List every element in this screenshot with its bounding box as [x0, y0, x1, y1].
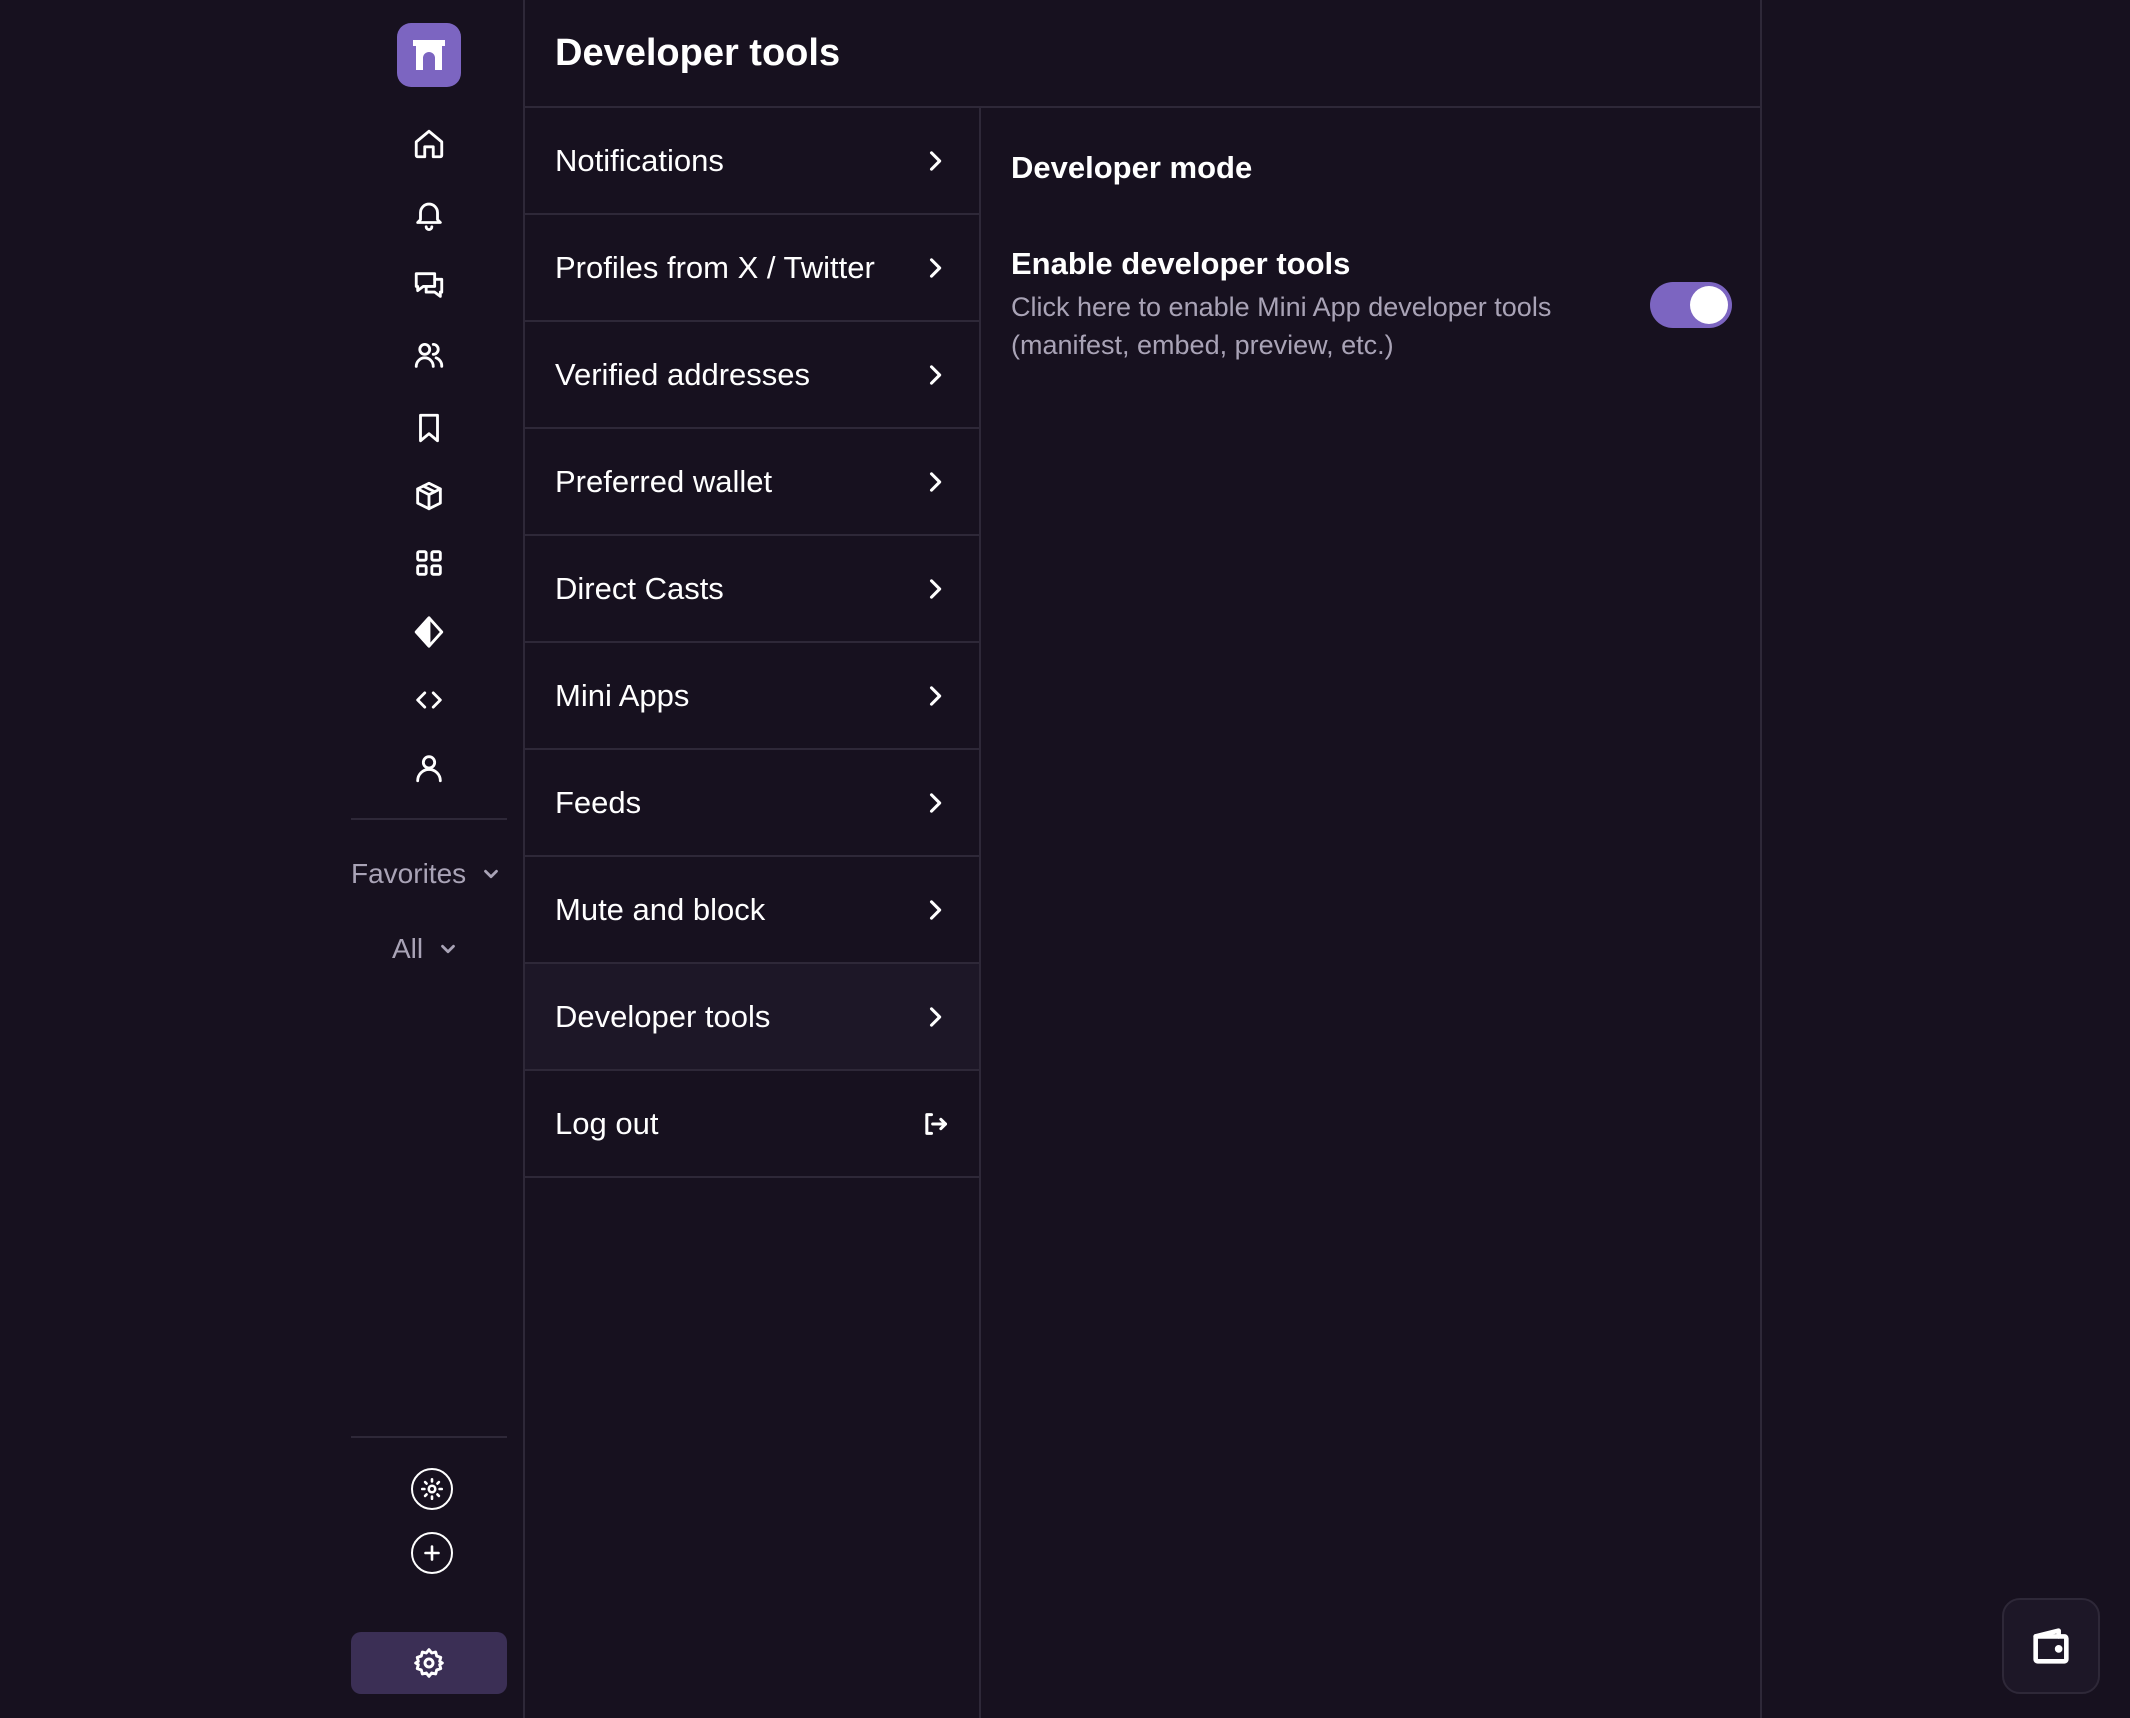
- chevron-down-icon: [441, 944, 455, 954]
- chevron-right-icon: [929, 471, 942, 492]
- menu-item-label: Mute and block: [555, 891, 766, 927]
- cube-icon[interactable]: [409, 476, 449, 516]
- chevron-right-icon: [929, 1006, 942, 1027]
- favorites-label: Favorites: [351, 858, 467, 889]
- gear-icon: [414, 1648, 444, 1678]
- menu-item-label: Direct Casts: [555, 570, 724, 606]
- bookmark-icon[interactable]: [409, 408, 449, 448]
- menu-item-direct-casts[interactable]: Direct Casts: [525, 536, 979, 643]
- menu-item-notifications[interactable]: Notifications: [525, 108, 979, 215]
- section-title: Developer mode: [1011, 150, 1253, 185]
- page-title: Developer tools: [555, 31, 841, 74]
- home-icon[interactable]: [409, 124, 449, 164]
- menu-item-label: Log out: [555, 1105, 659, 1141]
- setting-text: Enable developer tools Click here to ena…: [1011, 246, 1611, 364]
- user-icon[interactable]: [409, 748, 449, 788]
- chat-icon[interactable]: [409, 265, 449, 305]
- menu-item-mute-block[interactable]: Mute and block: [525, 857, 979, 964]
- settings-menu: Notifications Profiles from X / Twitter …: [525, 108, 981, 1718]
- menu-item-profiles-twitter[interactable]: Profiles from X / Twitter: [525, 215, 979, 322]
- menu-item-label: Verified addresses: [555, 356, 811, 392]
- favorites-dropdown[interactable]: Favorites: [351, 858, 502, 890]
- menu-item-label: Developer tools: [555, 998, 771, 1034]
- chevron-down-icon: [484, 869, 499, 879]
- menu-item-label: Preferred wallet: [555, 463, 773, 499]
- menu-item-mini-apps[interactable]: Mini Apps: [525, 643, 979, 750]
- developer-tools-setting: Enable developer tools Click here to ena…: [1011, 246, 1732, 364]
- chevron-right-icon: [929, 685, 942, 706]
- settings-panel: Developer tools Notifications Profiles f…: [523, 0, 1762, 1718]
- wallet-button[interactable]: [2002, 1598, 2100, 1694]
- page-header: Developer tools: [525, 0, 1760, 108]
- all-label: All: [392, 933, 424, 964]
- detail-pane: Developer mode Enable developer tools Cl…: [981, 108, 1762, 1718]
- toggle-knob: [1690, 286, 1728, 324]
- grid-icon[interactable]: [409, 543, 449, 583]
- setting-description: Click here to enable Mini App developer …: [1011, 292, 1552, 360]
- farcaster-logo-icon[interactable]: [397, 23, 461, 87]
- chevron-right-icon: [929, 257, 942, 278]
- menu-item-log-out[interactable]: Log out: [525, 1071, 979, 1178]
- code-icon[interactable]: [409, 680, 449, 720]
- chevron-right-icon: [929, 899, 942, 920]
- icon-rail: Favorites All: [351, 0, 523, 1718]
- menu-item-verified-addresses[interactable]: Verified addresses: [525, 322, 979, 429]
- users-icon[interactable]: [409, 335, 449, 375]
- menu-item-label: Profiles from X / Twitter: [555, 249, 875, 285]
- all-dropdown[interactable]: All: [392, 933, 459, 965]
- wallet-icon: [2033, 1628, 2069, 1664]
- chevron-right-icon: [929, 578, 942, 599]
- menu-item-feeds[interactable]: Feeds: [525, 750, 979, 857]
- rail-divider: [351, 818, 507, 820]
- gear-circle-icon[interactable]: [411, 1468, 453, 1510]
- menu-item-label: Notifications: [555, 142, 724, 178]
- plus-circle-icon[interactable]: [411, 1532, 453, 1574]
- setting-title: Enable developer tools: [1011, 246, 1351, 281]
- developer-tools-toggle[interactable]: [1650, 282, 1732, 328]
- logout-icon: [925, 1112, 948, 1135]
- menu-item-preferred-wallet[interactable]: Preferred wallet: [525, 429, 979, 536]
- menu-item-label: Feeds: [555, 784, 642, 820]
- chevron-right-icon: [929, 364, 942, 385]
- settings-button[interactable]: [351, 1632, 507, 1694]
- diamond-icon[interactable]: [409, 612, 449, 652]
- menu-item-developer-tools[interactable]: Developer tools: [525, 964, 979, 1071]
- rail-divider: [351, 1436, 507, 1438]
- bell-icon[interactable]: [409, 194, 449, 234]
- chevron-right-icon: [929, 792, 942, 813]
- menu-item-label: Mini Apps: [555, 677, 690, 713]
- chevron-right-icon: [929, 150, 942, 171]
